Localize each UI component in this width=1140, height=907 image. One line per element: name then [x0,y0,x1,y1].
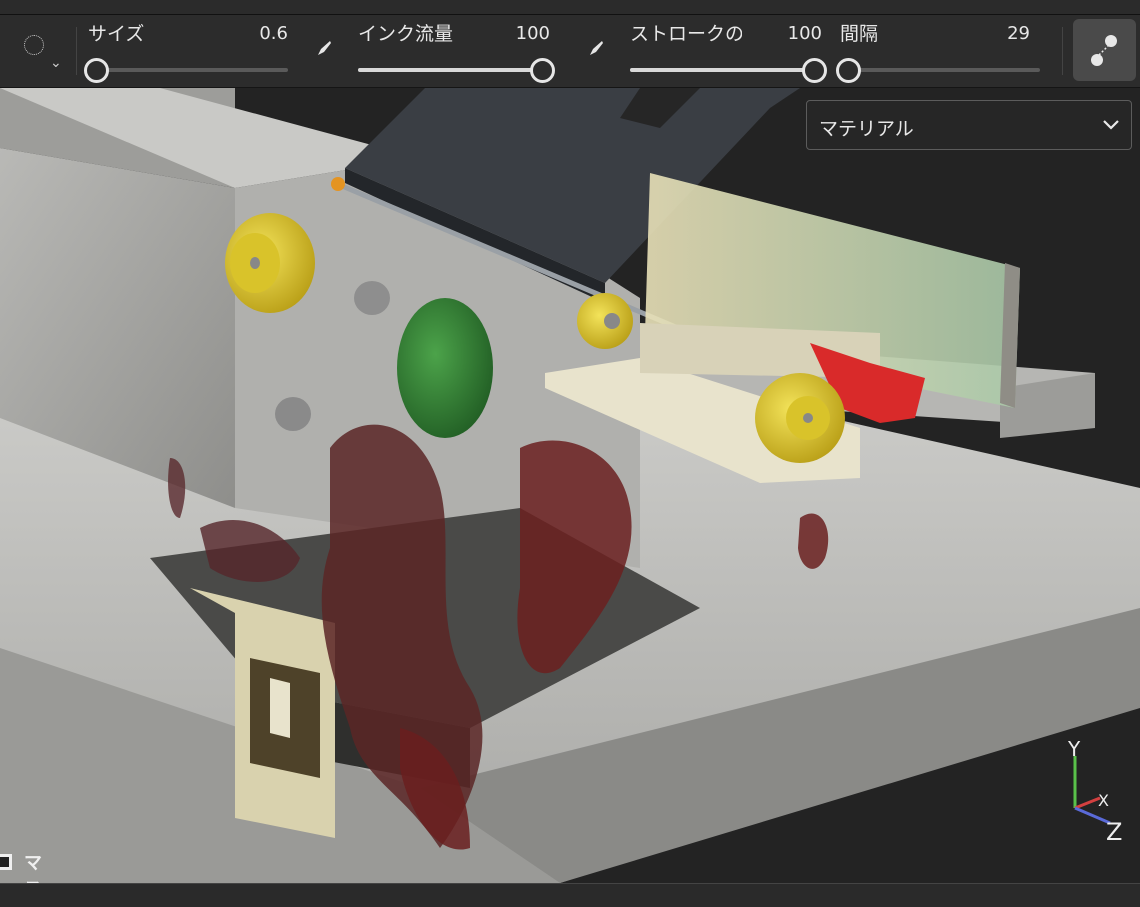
pen-pressure-icon[interactable] [314,39,332,57]
3d-viewport[interactable]: Y X Z マテリアル マスク [0,88,1140,883]
chevron-down-icon [1103,120,1119,130]
scene-render: Y X Z [0,88,1140,883]
brush-toolbar: ⌄ サイズ 0.6 インク流量 100 ストロークの不 100 間 [0,15,1140,88]
spacing-slider[interactable]: 間隔 29 [836,15,1040,87]
ink-flow-value: 100 [515,23,550,44]
brush-preset-dropdown[interactable]: ⌄ [14,25,70,77]
stroke-opacity-slider[interactable]: ストロークの不 100 [630,15,827,87]
pen-pressure-icon[interactable] [586,39,604,57]
gizmo-y-label: Y [1067,737,1081,761]
dotted-circle-icon [24,35,44,55]
size-knob[interactable] [84,58,109,83]
spacing-knob[interactable] [836,58,861,83]
ink-flow-knob[interactable] [530,58,555,83]
spacing-value: 29 [1007,23,1030,44]
material-dropdown-label: マテリアル [819,118,914,140]
gizmo-z-label: Z [1106,818,1122,846]
stroke-opacity-fill [630,68,814,72]
gizmo-x-label: X [1098,791,1109,810]
spacing-label: 間隔 [840,23,879,45]
stroke-opacity-track[interactable] [630,58,827,83]
stroke-opacity-label: ストロークの不 [630,23,742,45]
divider [1062,27,1063,75]
mask-label: マスク [24,853,42,883]
size-track[interactable] [84,58,288,83]
ink-flow-track[interactable] [358,58,555,83]
ink-flow-slider[interactable]: インク流量 100 [358,15,555,87]
ink-flow-label: インク流量 [358,23,454,45]
chevron-down-icon: ⌄ [50,55,62,71]
divider [76,27,77,75]
lazy-mouse-button[interactable] [1073,19,1136,81]
spacing-track[interactable] [836,58,1040,83]
material-dropdown[interactable]: マテリアル [806,100,1132,150]
mask-checkbox[interactable] [0,854,12,870]
size-slider[interactable]: サイズ 0.6 [84,15,288,87]
stroke-opacity-value: 100 [787,23,822,44]
size-value: 0.6 [259,23,288,44]
size-label: サイズ [88,23,145,45]
status-bar [0,883,1140,907]
ink-flow-fill [358,68,542,72]
lazy-mouse-icon [1091,35,1117,66]
stroke-opacity-knob[interactable] [802,58,827,83]
title-bar [0,0,1140,15]
